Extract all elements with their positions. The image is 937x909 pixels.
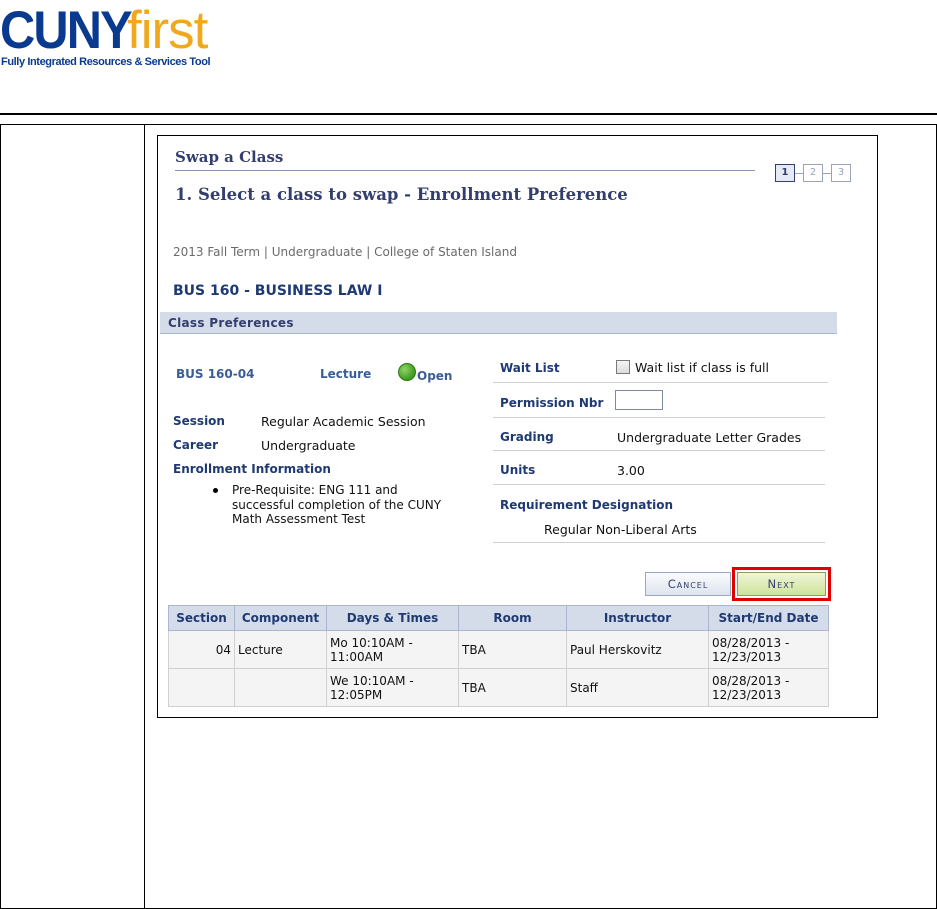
component-label: Lecture — [320, 367, 372, 381]
start-end-date-cell: 08/28/2013 - 12/23/2013 — [708, 630, 829, 669]
component-cell — [234, 668, 327, 707]
days-times-cell: We 10:10AM - 12:05PM — [326, 668, 459, 707]
requirement-designation-value: Regular Non-Liberal Arts — [544, 522, 697, 537]
title-underline — [175, 170, 755, 171]
step-connector — [795, 173, 803, 174]
header-divider — [0, 113, 937, 115]
permission-nbr-input[interactable] — [615, 390, 663, 410]
step-heading: 1. Select a class to swap - Enrollment P… — [175, 185, 628, 204]
instructor-cell: Paul Herskovitz — [566, 630, 709, 669]
units-value: 3.00 — [617, 463, 645, 478]
wait-list-label: Wait List — [500, 361, 560, 375]
divider — [493, 542, 825, 543]
course-title: BUS 160 - BUSINESS LAW I — [173, 283, 383, 299]
session-value: Regular Academic Session — [261, 414, 426, 429]
table-row: We 10:10AM - 12:05PM TBA Staff 08/28/201… — [168, 668, 829, 707]
table-header-row: Section Component Days & Times Room Inst… — [168, 605, 829, 631]
room-cell: TBA — [458, 630, 567, 669]
instructor-cell: Staff — [566, 668, 709, 707]
logo-first-text: first — [127, 1, 208, 60]
step-2-indicator: 2 — [803, 164, 823, 182]
room-cell: TBA — [458, 668, 567, 707]
column-header-component: Component — [234, 605, 327, 631]
grading-label: Grading — [500, 430, 554, 444]
grading-value: Undergraduate Letter Grades — [617, 430, 802, 445]
class-meeting-table: Section Component Days & Times Room Inst… — [168, 605, 829, 707]
table-row: 04 Lecture Mo 10:10AM - 11:00AM TBA Paul… — [168, 630, 829, 669]
document-table-column-divider — [144, 124, 145, 909]
column-header-room: Room — [458, 605, 567, 631]
section-cell — [168, 668, 235, 707]
enrollment-info-item: Pre-Requisite: ENG 111 and successful co… — [232, 483, 442, 526]
column-header-instructor: Instructor — [566, 605, 709, 631]
cancel-button[interactable]: Cancel — [645, 572, 731, 596]
class-preferences-label: Class Preferences — [168, 316, 294, 330]
units-label: Units — [500, 463, 536, 477]
class-preferences-header: Class Preferences — [160, 312, 837, 334]
column-header-section: Section — [168, 605, 235, 631]
term-info: 2013 Fall Term | Undergraduate | College… — [173, 245, 517, 259]
section-cell: 04 — [168, 630, 235, 669]
divider — [493, 417, 825, 418]
logo-tagline: Fully Integrated Resources & Services To… — [1, 56, 211, 68]
step-3-indicator: 3 — [831, 164, 851, 182]
career-label: Career — [173, 438, 219, 452]
column-header-start-end-date: Start/End Date — [708, 605, 829, 631]
step-1-indicator: 1 — [775, 164, 795, 182]
divider — [493, 382, 828, 383]
component-cell: Lecture — [234, 630, 327, 669]
page-title: Swap a Class — [175, 148, 284, 166]
wait-list-checkbox-label[interactable]: Wait list if class is full — [635, 360, 769, 375]
requirement-designation-label: Requirement Designation — [500, 498, 674, 512]
logo-cuny-text: CUNY — [0, 1, 133, 60]
permission-nbr-label: Permission Nbr — [500, 396, 604, 410]
wait-list-checkbox[interactable] — [616, 360, 630, 374]
enrollment-info-label: Enrollment Information — [173, 462, 331, 476]
career-value: Undergraduate — [261, 438, 356, 453]
open-status-icon — [398, 363, 416, 381]
divider — [493, 484, 825, 485]
status-label: Open — [417, 369, 453, 383]
cunyfirst-logo: CUNY first Fully Integrated Resources & … — [0, 4, 240, 70]
swap-class-screenshot: Swap a Class 1 2 3 1. Select a class to … — [157, 135, 878, 718]
divider — [493, 450, 825, 451]
start-end-date-cell: 08/28/2013 - 12/23/2013 — [708, 668, 829, 707]
step-connector — [823, 173, 831, 174]
next-button[interactable]: Next — [737, 572, 826, 596]
bullet-icon — [213, 488, 218, 493]
days-times-cell: Mo 10:10AM - 11:00AM — [326, 630, 459, 669]
column-header-days-times: Days & Times — [326, 605, 459, 631]
session-label: Session — [173, 414, 225, 428]
class-section-link[interactable]: BUS 160-04 — [176, 367, 254, 381]
